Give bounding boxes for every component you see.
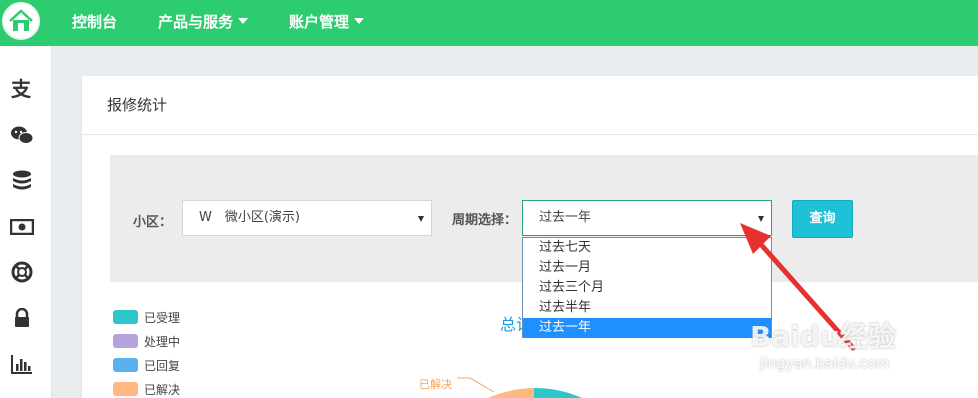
watermark-url: jingyan.baidu.com [760, 356, 890, 372]
community-select[interactable]: W 微小区(演示) [182, 200, 432, 236]
page-title: 报修统计 [107, 96, 168, 114]
nav-products-label: 产品与服务 [158, 13, 234, 31]
divider [82, 134, 978, 135]
legend-label: 已受理 [144, 310, 181, 325]
caret-down-icon [354, 18, 365, 24]
period-option-selected[interactable]: 过去一年 [523, 318, 771, 338]
period-option[interactable]: 过去三个月 [523, 278, 771, 298]
legend-item[interactable]: 已回复 [113, 357, 180, 373]
lifebuoy-icon[interactable] [10, 260, 34, 284]
nav-console-label: 控制台 [72, 13, 118, 31]
bar-chart-icon[interactable] [10, 352, 34, 376]
caret-down-icon [238, 18, 249, 24]
period-option[interactable]: 过去半年 [523, 298, 771, 318]
money-icon[interactable] [10, 215, 34, 239]
pie-label-line [457, 377, 495, 393]
watermark: Baidu经验 [750, 320, 896, 353]
alipay-icon[interactable]: 支 [10, 77, 34, 101]
legend-item[interactable]: 处理中 [113, 333, 180, 349]
nav-account-management[interactable]: 账户管理 [289, 0, 365, 46]
legend-swatch [113, 334, 138, 348]
legend-item[interactable]: 已解决 [113, 381, 180, 397]
database-icon[interactable] [10, 169, 34, 193]
wechat-icon[interactable] [10, 123, 34, 147]
legend-swatch [113, 358, 138, 372]
period-select-value: 过去一年 [539, 210, 592, 225]
nav-console[interactable]: 控制台 [72, 0, 117, 46]
legend-label: 已回复 [144, 358, 181, 373]
svg-text:支: 支 [11, 78, 32, 100]
legend-item[interactable]: 已受理 [113, 309, 180, 325]
pie-label: 已解决 [419, 378, 452, 391]
period-label: 周期选择： [452, 213, 518, 228]
community-select-value: W 微小区(演示) [199, 210, 300, 225]
legend-label: 处理中 [144, 334, 181, 349]
legend-label: 已解决 [144, 382, 181, 397]
period-option[interactable]: 过去七天 [523, 238, 771, 258]
nav-products-services[interactable]: 产品与服务 [158, 0, 249, 46]
pie-slice-resolved [488, 388, 534, 398]
chevron-down-icon [418, 216, 424, 222]
nav-account-label: 账户管理 [289, 13, 350, 31]
community-label: 小区： [133, 215, 173, 230]
logo[interactable] [2, 2, 40, 40]
period-option[interactable]: 过去一月 [523, 258, 771, 278]
top-nav-bar: 控制台 产品与服务 账户管理 [0, 0, 978, 46]
sidebar: 支 [0, 46, 52, 398]
house-logo-icon [9, 9, 33, 31]
lock-icon[interactable] [10, 306, 34, 330]
legend-swatch [113, 382, 138, 396]
pie-slice-accepted [534, 388, 582, 398]
legend-swatch [113, 310, 138, 324]
